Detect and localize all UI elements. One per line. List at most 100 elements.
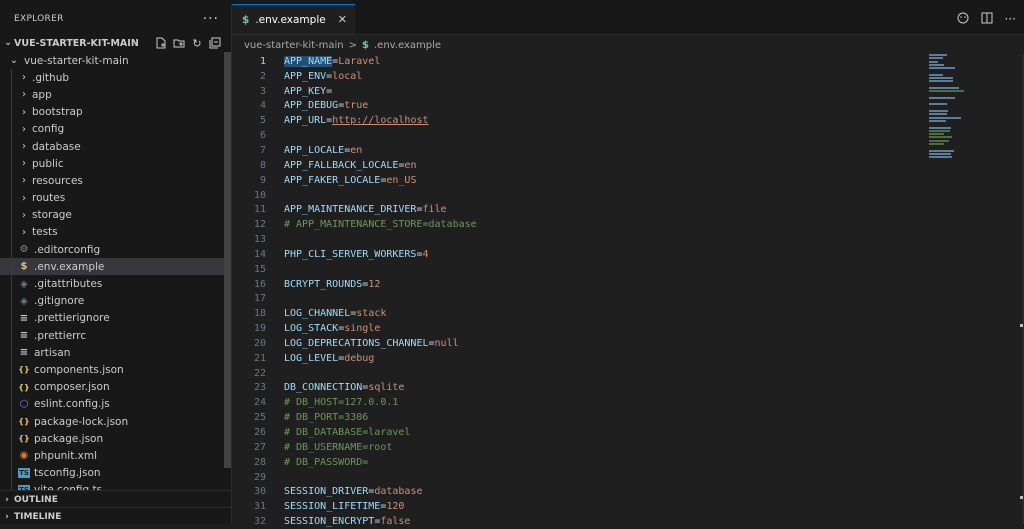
file-item[interactable]: {} package-lock.json <box>0 412 231 431</box>
breadcrumb-file[interactable]: .env.example <box>374 40 441 51</box>
file-item[interactable]: TS tsconfig.json <box>0 464 231 482</box>
sidebar-scrollbar[interactable] <box>224 52 231 468</box>
minimap-line <box>929 73 944 76</box>
code-text: BCRYPT_ROUNDS=12 <box>284 279 380 290</box>
line-number: 18 <box>253 308 266 320</box>
line-number: 19 <box>253 323 266 335</box>
folder-item[interactable]: › app <box>0 86 231 104</box>
folder-item[interactable]: › database <box>0 137 231 156</box>
line-number: 14 <box>253 248 266 260</box>
minimap[interactable] <box>929 54 1015 164</box>
env-value: 12 <box>368 278 381 290</box>
folder-item[interactable]: › .github <box>0 69 231 87</box>
file-item[interactable]: ◈ .gitattributes <box>0 275 231 293</box>
code-line: 11 APP_MAINTENANCE_DRIVER=file <box>232 202 922 217</box>
file-item[interactable]: {} package.json <box>0 430 231 448</box>
minimap-line <box>929 54 947 56</box>
indent-guide <box>11 103 12 121</box>
env-key: LOG_STACK <box>284 323 339 335</box>
folder-item[interactable]: › routes <box>0 189 231 207</box>
code-text: PHP_CLI_SERVER_WORKERS=4 <box>284 249 429 260</box>
git-icon: ◈ <box>20 278 28 290</box>
code-line: 2 APP_ENV=local <box>232 69 922 84</box>
line-number: 4 <box>259 100 266 112</box>
copilot-icon[interactable] <box>957 12 969 27</box>
tree-item-label: .prettierrc <box>34 329 87 342</box>
workspace-root-label: VUE-STARTER-KIT-MAIN <box>14 37 139 49</box>
indent-guide <box>11 395 12 413</box>
env-key: APP_LOCALE <box>284 144 345 156</box>
text-file-icon: ≡ <box>19 330 29 342</box>
env-value: single <box>344 323 381 335</box>
line-number: 6 <box>259 130 266 142</box>
file-item[interactable]: ⚙ .editorconfig <box>0 241 231 259</box>
chevron-down-icon[interactable]: ⌄ <box>8 55 20 66</box>
folder-item[interactable]: › bootstrap <box>0 103 231 121</box>
env-value[interactable]: http://localhost <box>332 115 428 126</box>
editor-actions: ··· <box>957 4 1016 34</box>
new-folder-icon[interactable] <box>173 37 185 49</box>
file-item[interactable]: ≡ artisan <box>0 344 231 362</box>
folder-row[interactable]: ⌄ vue-starter-kit-main <box>0 52 231 69</box>
minimap-line <box>929 63 945 66</box>
chevron-right-icon: › <box>22 175 26 187</box>
env-key: PHP_CLI_SERVER_WORKERS <box>284 248 417 260</box>
chevron-right-icon: › <box>5 511 9 522</box>
line-number: 28 <box>253 456 266 468</box>
folder-item[interactable]: › config <box>0 120 231 138</box>
file-item[interactable]: ◉ phpunit.xml <box>0 447 231 465</box>
new-file-icon[interactable] <box>155 37 167 49</box>
minimap-line <box>929 103 947 106</box>
file-tree: › .github › app › bootstrap › config › database › p… <box>0 69 231 499</box>
folder-item[interactable]: › resources <box>0 172 231 190</box>
line-number: 16 <box>253 278 266 290</box>
line-number: 22 <box>253 367 266 379</box>
tab-env-example[interactable]: $ .env.example ✕ <box>232 4 355 34</box>
tree-item-label: .env.example <box>34 260 105 273</box>
dollar-icon: $ <box>362 39 369 51</box>
close-icon[interactable]: ✕ <box>338 13 347 26</box>
file-item[interactable]: ⬡ eslint.config.js <box>0 395 231 413</box>
code-text: APP_FALLBACK_LOCALE=en <box>284 160 416 171</box>
file-item[interactable]: ≡ .prettierignore <box>0 309 231 327</box>
file-item[interactable]: {} composer.json <box>0 378 231 396</box>
refresh-icon[interactable]: ↻ <box>191 37 203 50</box>
env-key: LOG_CHANNEL <box>284 308 351 320</box>
outline-section[interactable]: › OUTLINE <box>0 490 231 508</box>
more-actions-icon[interactable]: ··· <box>203 11 219 27</box>
code-line: 31 SESSION_LIFETIME=120 <box>232 499 922 514</box>
env-key: SESSION_ENCRYPT <box>284 516 375 528</box>
file-item[interactable]: $ .env.example <box>0 258 231 276</box>
more-actions-icon[interactable]: ··· <box>1005 12 1016 26</box>
collapse-all-icon[interactable] <box>209 37 221 49</box>
indent-guide <box>11 344 12 362</box>
breadcrumb-root[interactable]: vue-starter-kit-main <box>244 40 344 51</box>
code-text: APP_NAME=Laravel <box>284 55 380 67</box>
line-number: 32 <box>253 516 266 528</box>
line-number: 8 <box>259 159 266 171</box>
tree-item-label: .gitignore <box>34 295 85 308</box>
minimap-line <box>929 133 945 136</box>
workspace-root[interactable]: ⌄ VUE-STARTER-KIT-MAIN ↻ <box>0 34 231 52</box>
folder-item[interactable]: › storage <box>0 206 231 224</box>
file-item[interactable]: {} components.json <box>0 361 231 379</box>
code-line: 14 PHP_CLI_SERVER_WORKERS=4 <box>232 247 922 262</box>
line-number: 31 <box>253 501 266 513</box>
folder-item[interactable]: › public <box>0 155 231 173</box>
file-item[interactable]: ◈ .gitignore <box>0 292 231 310</box>
split-editor-icon[interactable] <box>981 12 993 27</box>
file-item[interactable]: ≡ .prettierrc <box>0 327 231 345</box>
code-editor[interactable]: 1 APP_NAME=Laravel 2 APP_ENV=local 3 APP_KEY=… <box>232 54 922 528</box>
env-key: DB_CONNECTION <box>284 382 363 394</box>
code-line: 15 <box>232 262 922 277</box>
indent-guide <box>11 378 12 396</box>
env-key: BCRYPT_ROUNDS <box>284 278 363 290</box>
timeline-section[interactable]: › TIMELINE <box>0 507 231 524</box>
indent-guide <box>11 137 12 156</box>
minimap-line <box>929 90 965 93</box>
chevron-down-icon[interactable]: ⌄ <box>2 38 14 48</box>
folder-item[interactable]: › tests <box>0 223 231 242</box>
explorer-actions: ↻ <box>155 37 231 50</box>
minimap-line <box>929 129 950 132</box>
minimap-line <box>929 116 961 119</box>
